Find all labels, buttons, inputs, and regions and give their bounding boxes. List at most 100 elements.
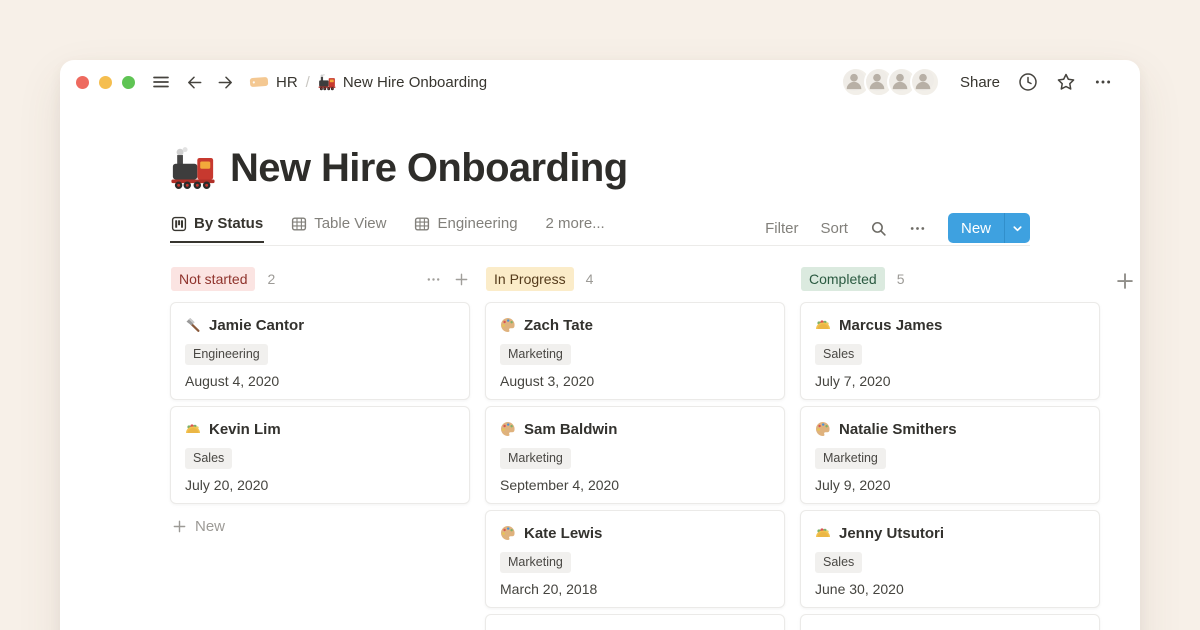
new-button[interactable]: New — [948, 213, 1030, 243]
table-icon — [291, 216, 307, 232]
back-icon[interactable] — [185, 73, 204, 92]
column-header: Not started 2 — [170, 267, 470, 291]
close-window-button[interactable] — [76, 76, 89, 89]
card-jamie-cantor[interactable]: Jamie Cantor Engineering August 4, 2020 — [170, 302, 470, 400]
zoom-window-button[interactable] — [122, 76, 135, 89]
add-column-button[interactable] — [1115, 271, 1135, 291]
tab-more-views[interactable]: 2 more... — [545, 210, 606, 242]
plus-icon — [172, 519, 187, 534]
start-date: August 4, 2020 — [185, 373, 455, 389]
card-kevin-lim[interactable]: Kevin Lim Sales July 20, 2020 — [170, 406, 470, 504]
department-tag: Marketing — [500, 448, 571, 469]
view-bar: By Status Table View Engineering 2 more.… — [170, 210, 1030, 246]
card-shawn-hunt[interactable]: Shawn Hunt — [485, 614, 785, 630]
column-header: Completed 5 — [800, 267, 1100, 291]
board-icon — [171, 216, 187, 232]
plus-icon — [1115, 271, 1135, 291]
updates-clock-icon[interactable] — [1018, 72, 1038, 92]
view-options-icon[interactable] — [909, 220, 926, 237]
train-icon — [318, 73, 336, 91]
hammer-icon — [185, 317, 201, 333]
sidebar-toggle-icon[interactable] — [151, 72, 171, 92]
start-date: August 3, 2020 — [500, 373, 770, 389]
column-completed: Completed 5 Marcus James Sales July 7, 2… — [800, 267, 1100, 630]
forward-icon[interactable] — [216, 73, 235, 92]
minimize-window-button[interactable] — [99, 76, 112, 89]
tab-by-status[interactable]: By Status — [170, 210, 264, 243]
page-header: New Hire Onboarding — [170, 144, 628, 192]
taco-icon — [815, 525, 831, 541]
window-controls — [76, 76, 135, 89]
card-name: Sam Baldwin — [524, 421, 617, 438]
start-date: July 7, 2020 — [815, 373, 1085, 389]
card-marcus-james[interactable]: Marcus James Sales July 7, 2020 — [800, 302, 1100, 400]
chevron-down-icon — [1012, 223, 1023, 234]
department-tag: Sales — [815, 344, 862, 365]
collaborator-avatars — [841, 67, 940, 97]
status-badge[interactable]: In Progress — [486, 267, 574, 291]
more-options-icon[interactable] — [1094, 73, 1112, 91]
breadcrumb-page[interactable]: New Hire Onboarding — [318, 73, 487, 91]
card-count: 2 — [267, 271, 275, 287]
tab-table-view[interactable]: Table View — [290, 210, 387, 242]
palette-icon — [500, 421, 516, 437]
card-sam-baldwin[interactable]: Sam Baldwin Marketing September 4, 2020 — [485, 406, 785, 504]
view-tabs: By Status Table View Engineering 2 more.… — [170, 210, 606, 242]
card-zach-tate[interactable]: Zach Tate Marketing August 3, 2020 — [485, 302, 785, 400]
desktop-background: HR / New Hire Onboarding Share — [0, 0, 1200, 630]
add-card-button[interactable]: New — [170, 518, 470, 535]
page-title: New Hire Onboarding — [230, 144, 628, 192]
column-in-progress: In Progress 4 Zach Tate Marketing August… — [485, 267, 785, 630]
new-button-dropdown[interactable] — [1005, 213, 1030, 243]
department-tag: Sales — [815, 552, 862, 573]
favorite-star-icon[interactable] — [1056, 72, 1076, 92]
start-date: June 30, 2020 — [815, 581, 1085, 597]
column-add-icon[interactable] — [454, 272, 469, 287]
breadcrumb-separator: / — [306, 74, 310, 91]
card-name: Jenny Utsutori — [839, 525, 944, 542]
sort-button[interactable]: Sort — [820, 220, 848, 237]
start-date: March 20, 2018 — [500, 581, 770, 597]
status-badge[interactable]: Completed — [801, 267, 885, 291]
card-name: Jamie Cantor — [209, 317, 304, 334]
card-natalie-smithers[interactable]: Natalie Smithers Marketing July 9, 2020 — [800, 406, 1100, 504]
card-name: Kate Lewis — [524, 525, 602, 542]
tab-label: Table View — [314, 215, 386, 232]
window-topbar: HR / New Hire Onboarding Share — [60, 60, 1140, 104]
palette-icon — [815, 421, 831, 437]
card-name: Marcus James — [839, 317, 942, 334]
column-actions — [426, 272, 469, 287]
breadcrumb-workspace[interactable]: HR — [249, 74, 298, 91]
department-tag: Engineering — [185, 344, 268, 365]
palette-icon — [500, 317, 516, 333]
card-name: Kevin Lim — [209, 421, 281, 438]
card-jenny-utsutori[interactable]: Jenny Utsutori Sales June 30, 2020 — [800, 510, 1100, 608]
card-matt-m[interactable]: Matt M — [800, 614, 1100, 630]
taco-icon — [815, 317, 831, 333]
tab-label: 2 more... — [546, 215, 605, 232]
department-tag: Sales — [185, 448, 232, 469]
tab-label: Engineering — [437, 215, 517, 232]
start-date: September 4, 2020 — [500, 477, 770, 493]
tab-engineering[interactable]: Engineering — [413, 210, 518, 242]
tab-label: By Status — [194, 215, 263, 232]
share-button[interactable]: Share — [960, 74, 1000, 91]
status-badge[interactable]: Not started — [171, 267, 255, 291]
train-icon[interactable] — [170, 145, 216, 191]
new-button-label[interactable]: New — [948, 213, 1004, 243]
add-card-label: New — [195, 518, 225, 535]
column-options-icon[interactable] — [426, 272, 441, 287]
department-tag: Marketing — [500, 552, 571, 573]
breadcrumb-page-label: New Hire Onboarding — [343, 74, 487, 91]
filter-button[interactable]: Filter — [765, 220, 798, 237]
avatar[interactable] — [910, 67, 940, 97]
kanban-board: Not started 2 Jamie Cantor Engineering A… — [170, 267, 1135, 630]
column-header: In Progress 4 — [485, 267, 785, 291]
breadcrumb: HR / New Hire Onboarding — [249, 73, 487, 91]
card-name: Natalie Smithers — [839, 421, 957, 438]
card-kate-lewis[interactable]: Kate Lewis Marketing March 20, 2018 — [485, 510, 785, 608]
card-name: Zach Tate — [524, 317, 593, 334]
department-tag: Marketing — [500, 344, 571, 365]
search-icon[interactable] — [870, 220, 887, 237]
start-date: July 20, 2020 — [185, 477, 455, 493]
